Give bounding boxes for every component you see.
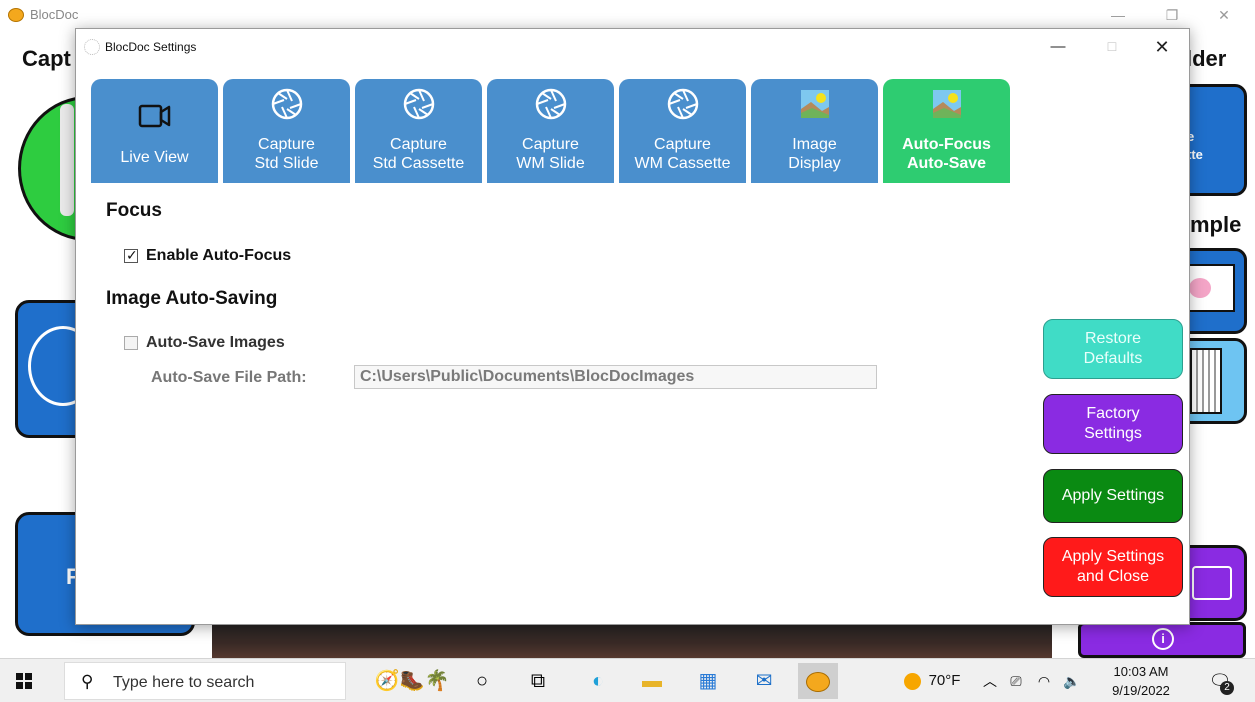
chevron-up-icon[interactable]: ︿ xyxy=(978,663,1002,699)
settings-dialog: BlocDoc Settings — ☐ ✕ Live View Capture… xyxy=(75,28,1190,625)
background-minimize-button[interactable]: — xyxy=(1098,4,1138,26)
dialog-titlebar: BlocDoc Settings — ☐ ✕ xyxy=(76,29,1189,65)
background-maximize-button[interactable]: ❐ xyxy=(1152,4,1192,26)
clock-date: 9/19/2022 xyxy=(1112,683,1170,698)
search-placeholder: Type here to search xyxy=(113,674,255,691)
image-icon xyxy=(932,90,961,118)
tab-label: Capture Std Cassette xyxy=(372,136,465,172)
factory-settings-button[interactable]: Factory Settings xyxy=(1043,394,1183,454)
apply-settings-and-close-button[interactable]: Apply Settings and Close xyxy=(1043,537,1183,597)
restore-defaults-button[interactable]: Restore Defaults xyxy=(1043,319,1183,379)
background-close-button[interactable]: ✕ xyxy=(1204,4,1244,26)
store-icon[interactable]: ▦ xyxy=(688,663,728,699)
tab-label: Live View xyxy=(120,149,189,166)
auto-save-path-label: Auto-Save File Path: xyxy=(151,369,307,386)
dialog-close-button[interactable]: ✕ xyxy=(1142,35,1182,59)
image-icon xyxy=(800,90,829,118)
tab-capture-std-slide[interactable]: Capture Std Slide xyxy=(223,79,350,183)
blocdoc-taskbar-icon[interactable] xyxy=(798,663,838,699)
auto-save-path-input[interactable] xyxy=(354,365,877,389)
blocdoc-app-icon xyxy=(8,8,24,22)
tab-image-display[interactable]: Image Display xyxy=(751,79,878,183)
cassette-thumbnail-icon xyxy=(1190,348,1222,414)
apply-settings-button[interactable]: Apply Settings xyxy=(1043,469,1183,523)
camera-feed xyxy=(212,620,1052,658)
info-icon: i xyxy=(1152,628,1174,650)
tab-label: Auto-Focus Auto-Save xyxy=(902,136,991,172)
tab-label: Image Display xyxy=(788,136,841,172)
tab-label: Capture Std Slide xyxy=(254,136,319,172)
clock-time: 10:03 AM xyxy=(1113,664,1169,679)
enable-autofocus-label: Enable Auto-Focus xyxy=(146,247,292,264)
weather-temperature: 70°F xyxy=(928,672,961,689)
enable-autofocus-row[interactable]: Enable Auto-Focus xyxy=(124,246,291,266)
aperture-icon xyxy=(403,88,434,120)
tab-auto-focus-auto-save[interactable]: Auto-Focus Auto-Save xyxy=(883,79,1010,183)
task-view-icon[interactable]: ⧉ xyxy=(518,663,558,699)
volume-icon[interactable]: 🔈 xyxy=(1060,663,1084,699)
background-heading-sample: mple xyxy=(1190,212,1242,237)
tissue-sample-icon xyxy=(1189,278,1211,298)
live-view-bar xyxy=(60,104,74,216)
enable-autofocus-checkbox[interactable] xyxy=(124,247,138,264)
tab-capture-wm-slide[interactable]: Capture WM Slide xyxy=(487,79,614,183)
edge-browser-icon[interactable]: ◐ xyxy=(578,663,618,699)
mail-icon[interactable]: ✉ xyxy=(744,663,784,699)
tab-live-view[interactable]: Live View xyxy=(91,79,218,183)
gallery-icon xyxy=(1192,566,1232,600)
dialog-minimize-button[interactable]: — xyxy=(1038,35,1078,59)
tab-label: Capture WM Slide xyxy=(516,136,585,172)
dialog-title: BlocDoc Settings xyxy=(105,40,197,54)
tab-capture-wm-cassette[interactable]: Capture WM Cassette xyxy=(619,79,746,183)
tab-capture-std-cassette[interactable]: Capture Std Cassette xyxy=(355,79,482,183)
taskbar-clock[interactable]: 10:03 AM 9/19/2022 xyxy=(1094,662,1188,700)
video-camera-icon xyxy=(138,104,170,128)
file-explorer-icon[interactable]: ▬ xyxy=(632,663,672,699)
auto-save-images-label: Auto-Save Images xyxy=(146,334,285,351)
notification-center-icon[interactable]: 🗨 2 xyxy=(1200,663,1240,699)
aperture-icon xyxy=(535,88,566,120)
taskbar: ⚲ Type here to search 🧭🥾🌴 ○ ⧉ ◐ ▬ ▦ ✉ 70… xyxy=(0,658,1255,702)
image-auto-saving-heading: Image Auto-Saving xyxy=(106,288,278,309)
weather-widget[interactable]: 70°F xyxy=(896,663,968,699)
aperture-icon xyxy=(271,88,302,120)
news-widget-icon[interactable]: 🧭🥾🌴 xyxy=(372,663,452,699)
focus-section-heading: Focus xyxy=(106,200,162,221)
pen-icon[interactable]: ⎚ xyxy=(1004,663,1028,699)
tab-label: Capture WM Cassette xyxy=(634,136,731,172)
search-icon: ⚲ xyxy=(81,672,94,691)
notification-count: 2 xyxy=(1220,681,1234,695)
background-heading-capture: Capt xyxy=(22,46,71,71)
dialog-app-icon xyxy=(84,39,100,55)
sun-icon xyxy=(903,672,921,690)
background-titlebar: BlocDoc — ❐ ✕ xyxy=(0,0,1255,30)
auto-save-images-checkbox[interactable] xyxy=(124,336,138,350)
auto-save-images-row[interactable]: Auto-Save Images xyxy=(124,333,285,353)
aperture-icon xyxy=(667,88,698,120)
taskbar-search-box[interactable]: ⚲ Type here to search xyxy=(64,662,346,700)
cortana-icon[interactable]: ○ xyxy=(462,663,502,699)
background-heading-folder: lder xyxy=(1186,46,1227,71)
wifi-icon[interactable]: ◠ xyxy=(1032,663,1056,699)
windows-icon xyxy=(16,673,32,689)
start-button[interactable] xyxy=(0,659,48,702)
background-app-title: BlocDoc xyxy=(30,7,79,22)
dialog-maximize-button[interactable]: ☐ xyxy=(1092,35,1132,59)
